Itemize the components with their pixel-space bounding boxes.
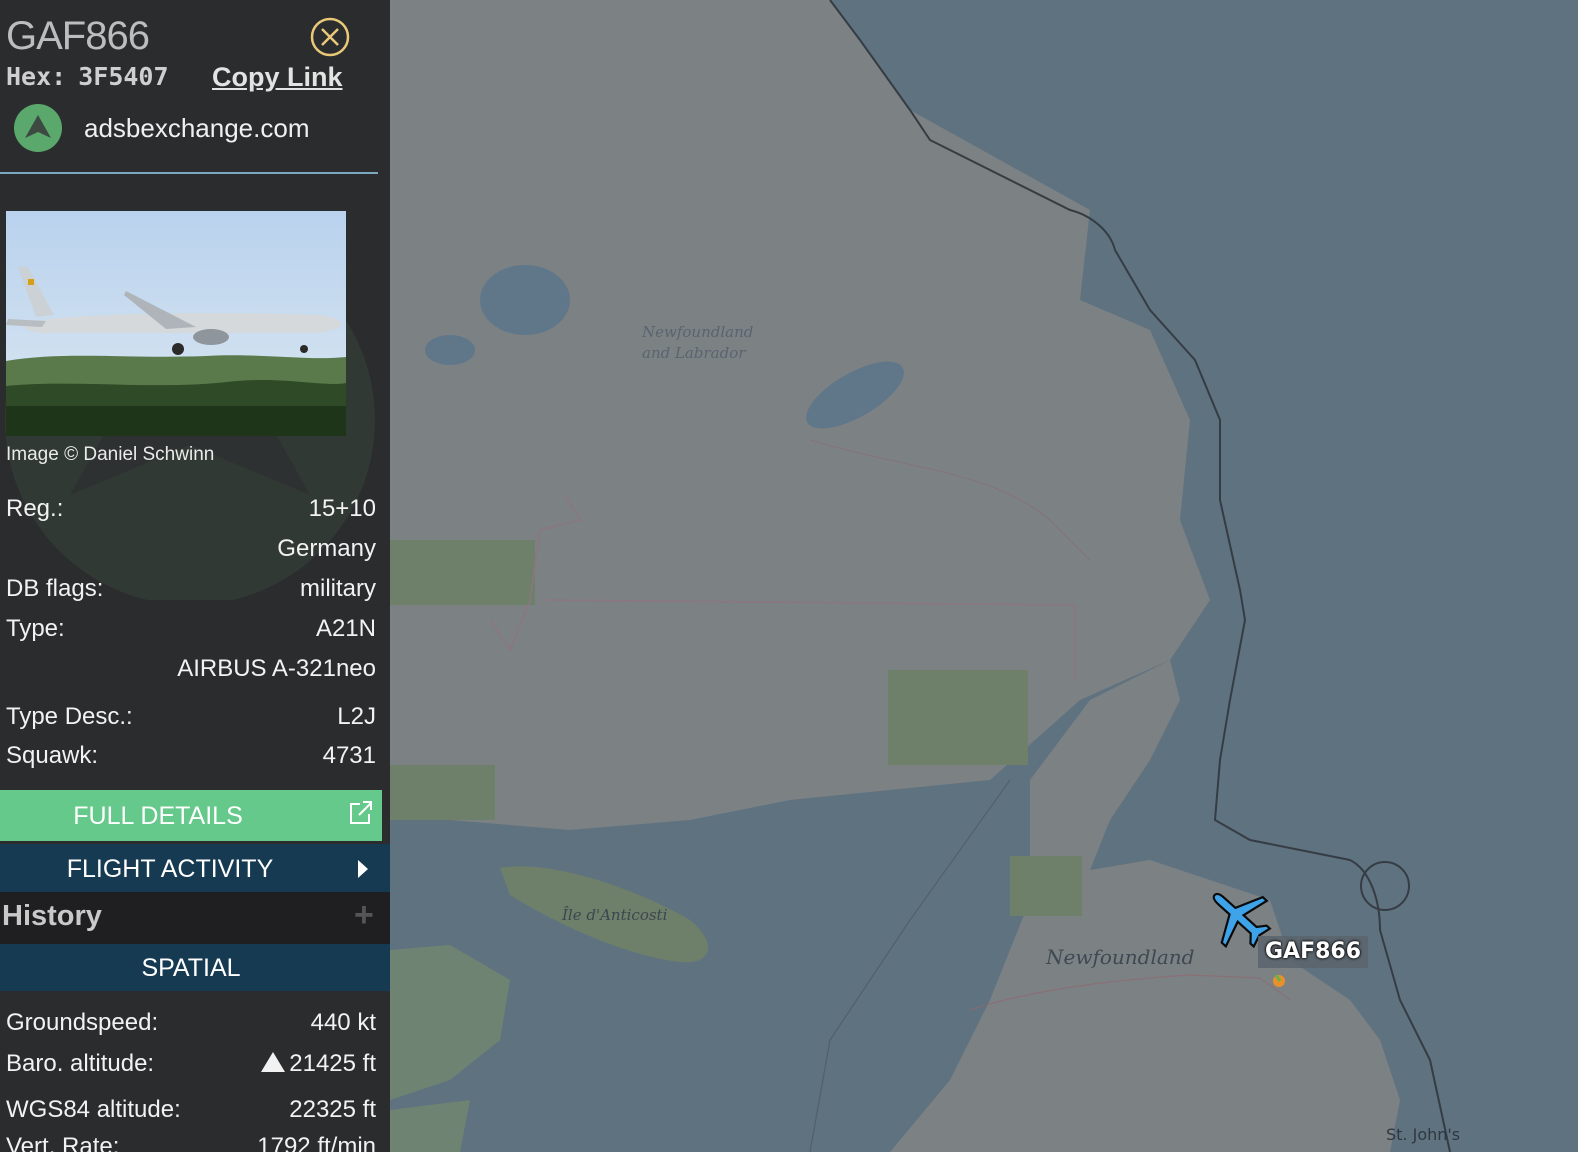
divider [0, 172, 378, 174]
baro-altitude-label: Baro. altitude: [6, 1050, 155, 1077]
squawk-value: 4731 [322, 742, 376, 769]
plane-callsign-label[interactable]: GAF866 [1258, 936, 1369, 968]
source-name: adsbexchange.com [84, 112, 310, 143]
wgs84-altitude-label: WGS84 altitude: [6, 1096, 181, 1123]
country-value: Germany [277, 535, 376, 562]
map-canvas[interactable] [390, 0, 1578, 1152]
type-desc-label: Type Desc.: [6, 703, 133, 730]
copy-link-button[interactable]: Copy Link [212, 62, 343, 93]
squawk-label: Squawk: [6, 742, 99, 769]
aircraft-photo[interactable] [6, 211, 346, 436]
vert-rate-label: Vert. Rate: [6, 1133, 120, 1152]
spatial-section-header[interactable]: SPATIAL [0, 944, 390, 991]
history-section-header[interactable]: History + [0, 892, 390, 944]
external-link-icon [350, 801, 372, 824]
hex-label: Hex: [6, 62, 67, 91]
map-label-line-2: and Labrador [642, 344, 746, 362]
baro-altitude-value: 21425 ft [289, 1050, 376, 1077]
hex-value: 3F5407 [78, 62, 169, 91]
history-label: History [2, 900, 102, 932]
map[interactable]: Newfoundland and Labrador Île d'Anticost… [390, 0, 1578, 1152]
full-details-button[interactable]: FULL DETAILS [0, 790, 382, 841]
map-label-line-1: Newfoundland [642, 323, 754, 341]
type-value: A21N [315, 615, 376, 642]
aircraft-callsign: GAF866 [6, 14, 150, 58]
map-label-newfoundland: Newfoundland [1046, 945, 1195, 969]
chevron-right-icon [358, 860, 368, 878]
map-label-anticosti: Île d'Anticosti [562, 906, 668, 924]
baro-altitude-value-wrap: 21425 ft [261, 1050, 376, 1078]
adsbx-logo-icon [14, 104, 62, 152]
type-full-value: AIRBUS A-321neo [177, 655, 376, 682]
arrow-up-icon [261, 1052, 286, 1072]
map-label-newfoundland-labrador: Newfoundland and Labrador [642, 322, 753, 364]
vert-rate-value: 1792 ft/min [257, 1133, 376, 1152]
type-desc-value: L2J [337, 703, 376, 730]
groundspeed-value: 440 kt [310, 1009, 376, 1036]
spatial-label: SPATIAL [141, 954, 241, 982]
aircraft-info-panel: GAF866 Hex: 3F5407 Copy Link adsbexchange… [0, 0, 390, 1152]
reg-label: Reg.: [6, 495, 64, 522]
hex-row: Hex: 3F5407 [6, 62, 169, 91]
type-label: Type: [6, 615, 65, 642]
reg-value: 15+10 [308, 495, 376, 522]
photo-credit: Image © Daniel Schwinn [6, 444, 215, 465]
db-flags-label: DB flags: [6, 575, 104, 602]
flight-activity-label: FLIGHT ACTIVITY [66, 855, 274, 883]
source-row[interactable]: adsbexchange.com [14, 104, 309, 152]
groundspeed-label: Groundspeed: [6, 1009, 159, 1036]
db-flags-value: military [300, 575, 376, 602]
plus-icon[interactable]: + [354, 896, 374, 935]
wgs84-altitude-value: 22325 ft [289, 1096, 376, 1123]
trail-icon [1273, 974, 1285, 987]
full-details-label: FULL DETAILS [73, 802, 243, 830]
flight-activity-button[interactable]: FLIGHT ACTIVITY [0, 844, 390, 892]
map-label-st-johns: St. John's [1386, 1125, 1461, 1144]
close-icon[interactable] [310, 17, 350, 57]
